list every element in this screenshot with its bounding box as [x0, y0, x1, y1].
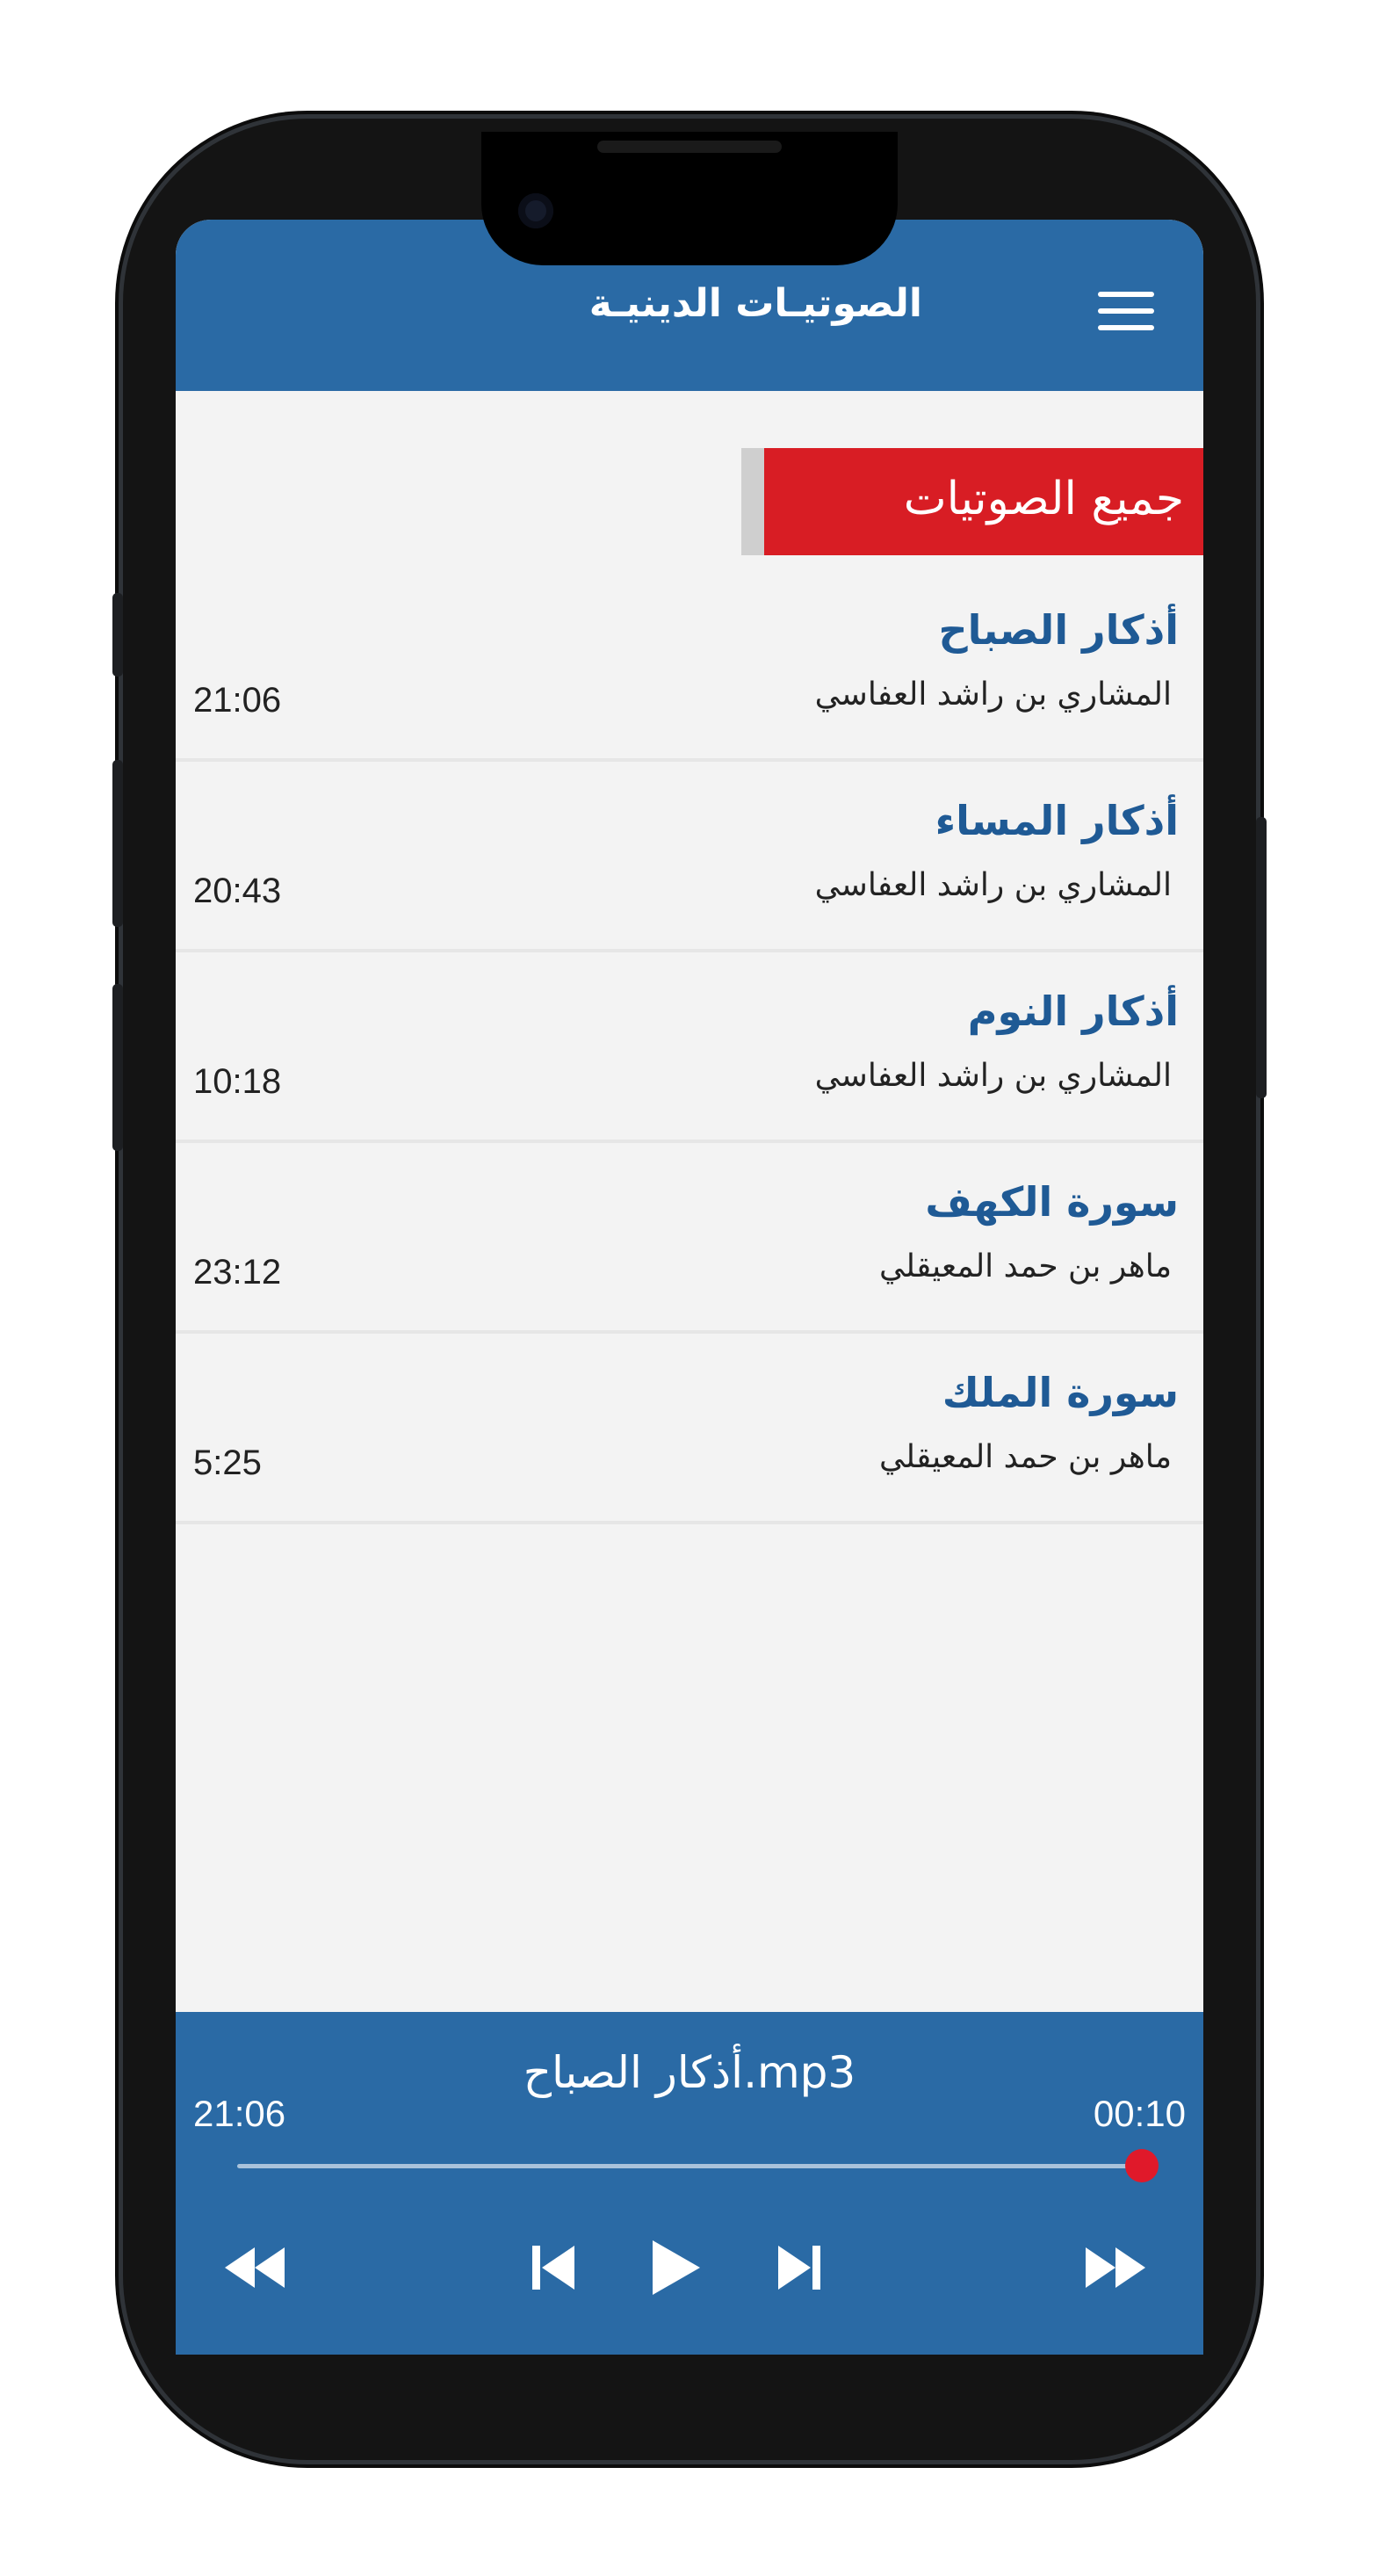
play-icon[interactable]	[646, 2237, 705, 2298]
skip-previous-icon[interactable]	[527, 2237, 580, 2298]
skip-next-icon[interactable]	[773, 2237, 826, 2298]
now-playing-title: أذكار الصباح.mp3	[523, 2047, 856, 2098]
track-reciter: المشاري بن راشد العفاسي	[814, 677, 1172, 713]
total-time: 21:06	[193, 2093, 286, 2134]
app-screen: الصوتيـات الدينيـة جميع الصوتيات أذكار ا…	[176, 220, 1203, 2355]
track-reciter: ماهر بن حمد المعيقلي	[879, 1439, 1172, 1475]
track-title: أذكار الصباح	[938, 606, 1179, 654]
track-row[interactable]: سورة الملك ماهر بن حمد المعيقلي 5:25	[176, 1334, 1203, 1524]
track-duration: 5:25	[193, 1444, 262, 1482]
track-title: سورة الملك	[942, 1369, 1179, 1416]
front-camera-icon	[518, 193, 553, 228]
section-banner: جميع الصوتيات	[741, 448, 1203, 555]
track-duration: 21:06	[193, 681, 282, 720]
fast-forward-icon[interactable]	[1080, 2237, 1151, 2298]
track-reciter: ماهر بن حمد المعيقلي	[879, 1248, 1172, 1284]
track-duration: 10:18	[193, 1062, 282, 1101]
progress-thumb[interactable]	[1124, 2149, 1159, 2182]
earpiece-speaker	[597, 141, 782, 153]
power-button	[1256, 817, 1267, 1098]
volume-down-button	[112, 984, 123, 1151]
audio-player: أذكار الصباح.mp3 21:06 00:10	[176, 2012, 1203, 2355]
track-title: سورة الكهف	[925, 1178, 1179, 1226]
progress-bar[interactable]	[237, 2149, 1159, 2182]
track-row[interactable]: أذكار الصباح المشاري بن راشد العفاسي 21:06	[176, 571, 1203, 762]
mute-switch	[112, 593, 123, 677]
track-row[interactable]: أذكار النوم المشاري بن راشد العفاسي 10:18	[176, 952, 1203, 1143]
hamburger-menu-icon[interactable]	[1098, 292, 1154, 330]
track-title: أذكار النوم	[967, 988, 1179, 1035]
elapsed-time: 00:10	[1093, 2093, 1186, 2134]
track-row[interactable]: سورة الكهف ماهر بن حمد المعيقلي 23:12	[176, 1143, 1203, 1334]
track-reciter: المشاري بن راشد العفاسي	[814, 1058, 1172, 1094]
page-title: الصوتيـات الدينيـة	[588, 281, 922, 326]
track-list: أذكار الصباح المشاري بن راشد العفاسي 21:06…	[176, 571, 1203, 1524]
track-title: أذكار المساء	[935, 797, 1179, 844]
section-label: جميع الصوتيات	[903, 473, 1184, 525]
track-duration: 23:12	[193, 1253, 282, 1292]
fast-rewind-icon[interactable]	[220, 2237, 290, 2298]
track-reciter: المشاري بن راشد العفاسي	[814, 867, 1172, 903]
volume-up-button	[112, 760, 123, 927]
track-row[interactable]: أذكار المساء المشاري بن راشد العفاسي 20:43	[176, 762, 1203, 952]
track-duration: 20:43	[193, 872, 282, 910]
